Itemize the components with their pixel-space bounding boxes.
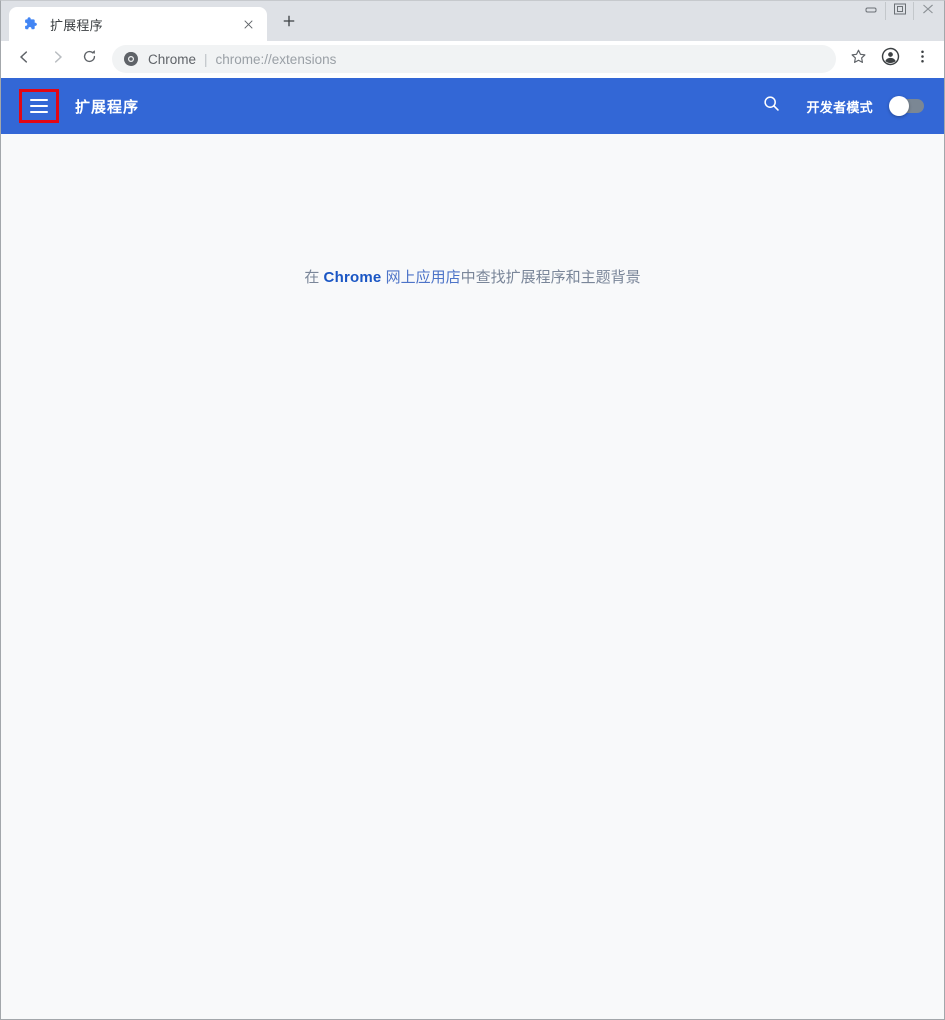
arrow-left-icon [16, 48, 34, 71]
search-button[interactable] [756, 91, 786, 121]
account-circle-icon [881, 47, 900, 71]
address-bar[interactable]: Chrome | chrome://extensions [112, 45, 836, 73]
profile-button[interactable] [876, 45, 904, 73]
developer-mode-toggle[interactable] [889, 96, 924, 116]
minimize-icon [864, 2, 878, 20]
new-tab-button[interactable] [274, 8, 304, 38]
star-icon [850, 48, 867, 70]
back-button[interactable] [11, 45, 39, 73]
browser-window: 扩展程序 Chrome | chrome://extensions 扩展程序 开… [0, 0, 945, 1020]
close-icon [921, 2, 935, 20]
browser-toolbar: Chrome | chrome://extensions [1, 41, 944, 78]
chrome-menu-button[interactable] [908, 45, 936, 73]
extensions-header-bar: 扩展程序 开发者模式 [1, 78, 944, 134]
plus-icon [282, 14, 296, 33]
developer-mode-label: 开发者模式 [806, 99, 873, 115]
puzzle-piece-icon [23, 16, 39, 32]
tab-strip: 扩展程序 [1, 1, 944, 41]
tab-close-button[interactable] [237, 13, 259, 35]
tab-title: 扩展程序 [50, 17, 103, 33]
reload-button[interactable] [75, 45, 103, 73]
arrow-right-icon [48, 48, 66, 71]
reload-icon [81, 48, 98, 70]
window-close-button[interactable] [913, 2, 941, 20]
hamburger-menu-icon [30, 99, 48, 113]
chrome-web-store-link-store[interactable]: 网上应用店 [381, 269, 461, 286]
bookmark-button[interactable] [844, 45, 872, 73]
empty-message-suffix: 中查找扩展程序和主题背景 [460, 269, 641, 286]
maximize-icon [893, 2, 907, 20]
empty-message-prefix: 在 [304, 269, 324, 286]
omnibox-url-text: chrome://extensions [215, 51, 337, 67]
window-minimize-button[interactable] [857, 2, 885, 20]
chrome-logo-icon [123, 51, 139, 67]
extensions-content-area: 在 Chrome 网上应用店中查找扩展程序和主题背景 [1, 134, 944, 1019]
empty-state-message: 在 Chrome 网上应用店中查找扩展程序和主题背景 [1, 267, 944, 289]
forward-button[interactable] [43, 45, 71, 73]
window-caption-buttons [857, 2, 941, 20]
omnibox-separator: | [204, 51, 208, 67]
three-dots-vertical-icon [914, 48, 931, 70]
window-maximize-button[interactable] [885, 2, 913, 20]
toolbar-actions [840, 45, 936, 73]
toggle-knob [889, 96, 909, 116]
search-icon [762, 94, 781, 118]
omnibox-scheme-label: Chrome [148, 51, 197, 67]
chrome-web-store-link-brand[interactable]: Chrome [324, 269, 382, 286]
extensions-menu-button[interactable] [19, 89, 59, 123]
tab-extensions[interactable]: 扩展程序 [9, 7, 267, 41]
page-title: 扩展程序 [75, 98, 140, 116]
